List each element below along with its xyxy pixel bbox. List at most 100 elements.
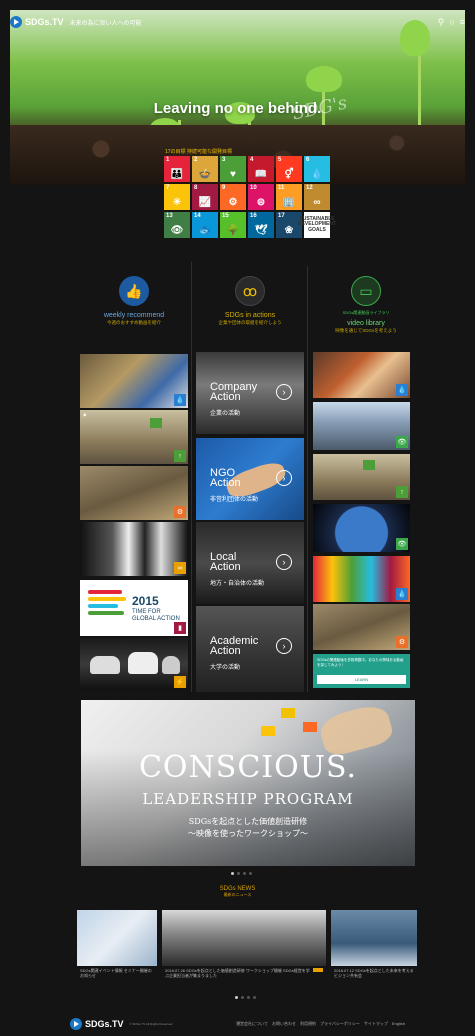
- news-pagination[interactable]: [235, 996, 256, 999]
- pager-dot[interactable]: [231, 872, 234, 875]
- footer-link[interactable]: サイトマップ: [364, 1021, 388, 1027]
- banner-subtitle: LEADERSHIP PROGRAM: [142, 790, 354, 808]
- car-shape: [162, 656, 180, 674]
- news-text: 2018.07.26 SDGsを起点とした価値創造研修 ワークショップ開催 SD…: [165, 968, 310, 978]
- library-video-tile[interactable]: 👁: [313, 402, 410, 450]
- sdg-goal-number: 6: [306, 157, 310, 163]
- news-text: 2018.07.12 SDGsを起点とした未来を考える ビジョン共有会: [334, 968, 414, 978]
- ngo-action-jp: 非営利団体の活動: [210, 497, 259, 503]
- sdg-goal-tile[interactable]: 16 🕊: [248, 212, 274, 238]
- sdg-goal-tile[interactable]: 8 📈: [192, 184, 218, 210]
- footer-link[interactable]: 利用規約: [300, 1021, 316, 1027]
- pager-dot[interactable]: [241, 996, 244, 999]
- library-video-tile[interactable]: 👁: [313, 504, 410, 552]
- chevron-right-icon[interactable]: ›: [276, 554, 292, 570]
- news-card[interactable]: 2018.07.26 SDGsを起点とした価値創造研修 ワークショップ開催 SD…: [162, 910, 326, 990]
- footer-link[interactable]: 運営会社について: [236, 1021, 268, 1027]
- pager-dot[interactable]: [243, 872, 246, 875]
- swirl-graphic: [88, 590, 128, 620]
- video-camera-icon: ▭: [351, 276, 381, 306]
- sdg-goal-tile[interactable]: 3 ♥: [220, 156, 246, 182]
- library-video-tile[interactable]: ↑: [313, 454, 410, 500]
- sdg-goal-tile[interactable]: 1 👪: [164, 156, 190, 182]
- weekly-video-tile[interactable]: ∞: [80, 522, 188, 576]
- weekly-title: weekly recommend: [103, 312, 165, 319]
- academic-action-title: Academic Action: [210, 636, 258, 657]
- sdg-goal-tile[interactable]: 6 💧: [304, 156, 330, 182]
- gear-icon: ⚙: [396, 636, 408, 648]
- thumbs-up-icon: 👍: [119, 276, 149, 306]
- weekly-recommend-header[interactable]: 👍 weekly recommend 今週のおすすめ動画を紹介: [78, 268, 190, 348]
- car-shape: [90, 656, 120, 674]
- news-card[interactable]: SDGs関連イベント情報 セミナー開催のお知らせ: [77, 910, 157, 990]
- footer-link[interactable]: プライバシーポリシー: [320, 1021, 360, 1027]
- footer-copyright: © SDGs.TV All Rights Reserved: [129, 1022, 173, 1026]
- sdg-goal-tile[interactable]: 11 🏢: [276, 184, 302, 210]
- sdg-goal-icon: 👪: [170, 169, 184, 180]
- local-action-card[interactable]: Local Action 地方・自治体の活動 ›: [196, 522, 304, 604]
- sdg-goal-tile[interactable]: 5 ⚥: [276, 156, 302, 182]
- sdg-grid-label: 17の目標 持続可能な開発目標: [165, 149, 232, 155]
- sdg-goal-icon: ⚥: [284, 169, 294, 180]
- pager-dot[interactable]: [247, 996, 250, 999]
- sdg-goal-icon: 💧: [310, 169, 324, 180]
- banner-pagination[interactable]: [231, 872, 252, 875]
- footer-logo-text: SDGs.TV: [85, 1019, 124, 1029]
- sdg-goal-number: 16: [250, 213, 257, 219]
- sdg-goal-number: 11: [278, 185, 285, 191]
- sdg-goal-tile[interactable]: 12 ∞: [304, 184, 330, 210]
- sdg-logo-tile[interactable]: SUSTAINABLE DEVELOPMENT GOALS: [298, 212, 336, 238]
- footer-logo[interactable]: SDGs.TV: [70, 1018, 124, 1030]
- sdg-goal-icon: ∞: [313, 197, 321, 208]
- play-logo-icon: [70, 1018, 82, 1030]
- chevron-right-icon[interactable]: ›: [276, 638, 292, 654]
- news-tag: [313, 968, 323, 972]
- sdg-goal-icon: ♥: [230, 169, 236, 180]
- library-video-tile[interactable]: ⚙: [313, 604, 410, 650]
- library-video-tile[interactable]: 💧: [313, 556, 410, 602]
- pager-dot[interactable]: [237, 872, 240, 875]
- sdg-goal-tile[interactable]: 9 ⚙: [220, 184, 246, 210]
- car-shape: [128, 652, 158, 674]
- banner-title: CONSCIOUS.: [138, 750, 358, 785]
- weekly-video-tile[interactable]: ⚡: [80, 638, 188, 690]
- video-library-header[interactable]: ▭ SDGs関連動画ライブラリ video library 映像を通じてSDGs…: [310, 268, 422, 348]
- weekly-video-tile[interactable]: ⚙: [80, 466, 188, 520]
- weekly-video-tile-2015[interactable]: 2015 TIME FOR GLOBAL ACTION ▮: [80, 580, 188, 636]
- sdg-goal-tile[interactable]: 15 🌳: [220, 212, 246, 238]
- learn-button[interactable]: LEARN: [317, 675, 406, 684]
- leadership-program-banner[interactable]: CONSCIOUS. LEADERSHIP PROGRAM SDGsを起点とした…: [81, 700, 415, 866]
- pager-dot[interactable]: [249, 872, 252, 875]
- company-action-card[interactable]: Company Action 企業の活動 ›: [196, 352, 304, 434]
- header-icons: ⚲ ○ ≡: [438, 17, 465, 28]
- ngo-action-card[interactable]: NGO Action 非営利団体の活動 ›: [196, 438, 304, 520]
- weekly-video-tile[interactable]: 💧: [80, 354, 188, 408]
- sdg-goal-tile[interactable]: 7 ☀: [164, 184, 190, 210]
- menu-icon[interactable]: ≡: [460, 17, 465, 28]
- sdg-goal-tile[interactable]: 4 📖: [248, 156, 274, 182]
- sdg-goal-tile[interactable]: 2 🍲: [192, 156, 218, 182]
- news-card[interactable]: 2018.07.12 SDGsを起点とした未来を考える ビジョン共有会: [331, 910, 417, 990]
- search-icon[interactable]: ○: [449, 17, 454, 28]
- column-divider: [191, 262, 192, 692]
- library-video-tile[interactable]: 💧: [313, 352, 410, 398]
- sdg-goal-icon: 🐟: [198, 225, 212, 236]
- chevron-right-icon[interactable]: ›: [276, 470, 292, 486]
- pager-dot[interactable]: [253, 996, 256, 999]
- water-drop-icon: 💧: [396, 588, 408, 600]
- sdg-goal-tile[interactable]: 13 👁: [164, 212, 190, 238]
- site-logo[interactable]: SDGs.TV: [10, 16, 64, 28]
- footer-link[interactable]: お問い合わせ: [272, 1021, 296, 1027]
- sdgs-in-actions-header[interactable]: ꝏ SDGs in actions 企業や団体の取組を紹介しよう: [194, 268, 306, 348]
- weekly-video-tile[interactable]: ◉ ↑: [80, 410, 188, 464]
- sdg-goal-icon: 🌳: [226, 225, 240, 236]
- sdg-goal-tile[interactable]: 14 🐟: [192, 212, 218, 238]
- video-library-cta: SDGsの関連動画を多数掲載中。あなたの興味ある動画を探してみよう！ LEARN: [313, 654, 410, 688]
- chevron-right-icon[interactable]: ›: [276, 384, 292, 400]
- sdg-goal-tile[interactable]: 10 ⊜: [248, 184, 274, 210]
- footer-link[interactable]: English: [392, 1021, 405, 1027]
- academic-action-card[interactable]: Academic Action 大学の活動 ›: [196, 606, 304, 692]
- user-icon[interactable]: ⚲: [438, 17, 445, 28]
- local-action-jp: 地方・自治体の活動: [210, 581, 265, 587]
- pager-dot[interactable]: [235, 996, 238, 999]
